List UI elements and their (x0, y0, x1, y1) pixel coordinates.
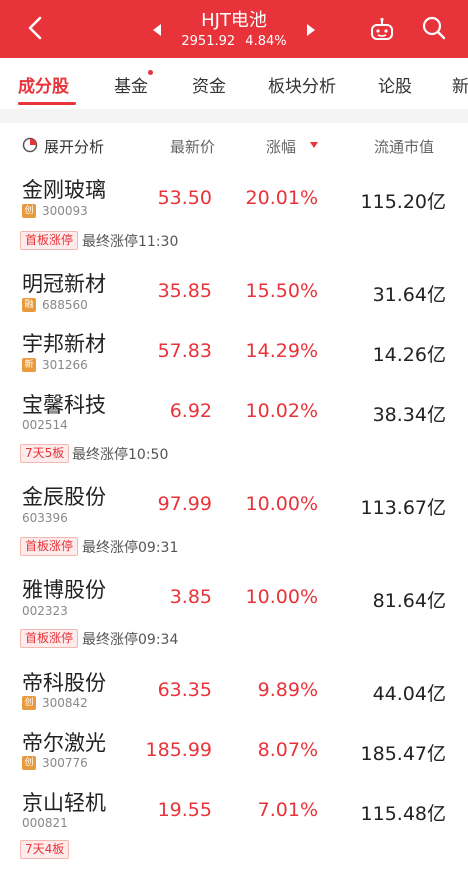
price-change: 15.50% (245, 280, 318, 302)
board-badge: 新 (22, 358, 36, 372)
latest-price: 53.50 (157, 187, 212, 209)
market-cap: 185.47亿 (360, 743, 446, 765)
back-icon (28, 16, 42, 40)
consecutive-limit-tag: 7天4板 (20, 840, 70, 859)
expand-analysis-button[interactable]: 展开分析 (44, 136, 104, 157)
stock-name: 金刚玻璃 (22, 178, 106, 202)
stock-name: 宝馨科技 (22, 393, 106, 417)
latest-price: 35.85 (157, 280, 212, 302)
price-change: 10.00% (245, 586, 318, 608)
stock-name: 明冠新材 (22, 272, 106, 296)
tab-capital[interactable]: 资金 (192, 72, 226, 97)
price-change: 7.01% (257, 799, 318, 821)
board-badge: 融 (22, 298, 36, 312)
price-change: 10.00% (245, 493, 318, 515)
market-cap: 113.67亿 (360, 497, 446, 519)
stock-code: 300093 (42, 204, 88, 218)
tab-sector-analysis[interactable]: 板块分析 (268, 72, 336, 97)
sector-title: HJT电池 (201, 10, 267, 31)
latest-price: 63.35 (157, 679, 212, 701)
stock-code: 688560 (42, 298, 88, 312)
price-column-header[interactable]: 最新价 (170, 136, 215, 157)
consecutive-limit-tag: 7天5板 (20, 444, 70, 463)
stock-code: 603396 (22, 511, 68, 525)
market-cap: 31.64亿 (372, 284, 446, 306)
price-change: 8.07% (257, 739, 318, 761)
stock-code: 000821 (22, 816, 68, 830)
tab-discussion[interactable]: 论股 (378, 72, 412, 97)
limit-up-note: 最终涨停11:30 (82, 234, 179, 250)
limit-up-note: 最终涨停09:34 (82, 632, 179, 648)
active-tab-indicator (18, 102, 76, 105)
latest-price: 185.99 (145, 739, 212, 761)
limit-up-tag: 首板涨停 (20, 537, 79, 556)
sector-index: 2951.92 4.84% (170, 34, 298, 49)
prev-arrow-icon[interactable] (150, 22, 164, 38)
tab-bar: 成分股 基金 资金 板块分析 论股 新 (0, 58, 468, 110)
tab-more[interactable]: 新 (452, 72, 468, 97)
market-cap: 81.64亿 (372, 590, 446, 612)
latest-price: 3.85 (169, 586, 212, 608)
price-change: 10.02% (245, 400, 318, 422)
robot-icon[interactable] (368, 16, 396, 44)
back-button[interactable] (18, 10, 54, 46)
latest-price: 6.92 (169, 400, 212, 422)
market-cap: 38.34亿 (372, 404, 446, 426)
next-arrow-icon[interactable] (304, 22, 318, 38)
column-header-row: 展开分析 最新价 涨幅 流通市值 (0, 126, 468, 166)
sector-switcher: HJT电池 2951.92 4.84% (150, 4, 318, 54)
fund-tab-dot (148, 70, 153, 75)
tab-funds[interactable]: 基金 (114, 72, 148, 97)
board-badge: 创 (22, 696, 36, 710)
limit-up-note: 最终涨停09:31 (82, 540, 179, 556)
board-badge: 创 (22, 204, 36, 218)
price-change: 14.29% (245, 340, 318, 362)
market-cap: 115.48亿 (360, 803, 446, 825)
change-column-header[interactable]: 涨幅 (266, 136, 296, 157)
stock-name: 金辰股份 (22, 485, 106, 509)
search-icon[interactable] (420, 14, 448, 42)
latest-price: 19.55 (157, 799, 212, 821)
stock-code: 301266 (42, 358, 88, 372)
top-bar: HJT电池 2951.92 4.84% (0, 0, 468, 58)
stock-name: 宇邦新材 (22, 332, 106, 356)
market-cap-column-header[interactable]: 流通市值 (374, 136, 434, 157)
tab-constituents[interactable]: 成分股 (18, 72, 69, 97)
market-cap: 14.26亿 (372, 344, 446, 366)
latest-price: 57.83 (157, 340, 212, 362)
stock-code: 002323 (22, 604, 68, 618)
stock-code: 300842 (42, 696, 88, 710)
stock-name: 帝科股份 (22, 671, 106, 695)
limit-up-tag: 首板涨停 (20, 629, 79, 648)
index-change: 4.84% (245, 34, 287, 49)
sort-desc-icon[interactable] (310, 141, 318, 149)
market-cap: 115.20亿 (360, 191, 446, 213)
stock-code: 002514 (22, 418, 68, 432)
stock-name: 帝尔激光 (22, 731, 106, 755)
index-value: 2951.92 (181, 34, 236, 49)
price-change: 9.89% (257, 679, 318, 701)
section-divider (0, 109, 468, 123)
limit-up-tag: 首板涨停 (20, 231, 79, 250)
stock-name: 京山轻机 (22, 791, 106, 815)
market-cap: 44.04亿 (372, 683, 446, 705)
limit-up-note: 最终涨停10:50 (72, 447, 169, 463)
board-badge: 创 (22, 756, 36, 770)
price-change: 20.01% (245, 187, 318, 209)
stock-name: 雅博股份 (22, 578, 106, 602)
stock-code: 300776 (42, 756, 88, 770)
latest-price: 97.99 (157, 493, 212, 515)
